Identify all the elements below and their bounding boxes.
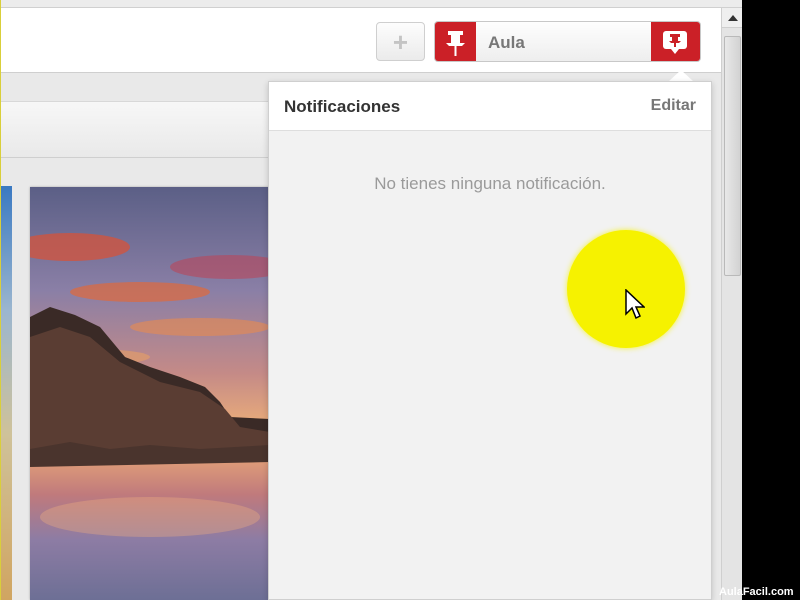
scroll-up-arrow-icon[interactable] (722, 8, 742, 28)
popup-arrow (669, 70, 693, 81)
secondary-bar (1, 101, 301, 158)
sunset-photo (30, 187, 270, 600)
popup-header: Notificaciones Editar (269, 82, 711, 131)
pin-image-partial[interactable] (1, 186, 12, 600)
speech-bubble-pin-icon (663, 31, 687, 54)
pushpin-icon (435, 22, 476, 61)
pin-image-sunset-rocks[interactable] (30, 187, 270, 600)
empty-notifications-message: No tienes ninguna notificación. (374, 174, 606, 193)
watermark: AulaFacil.com (719, 586, 794, 598)
browser-top-strip (1, 0, 742, 8)
edit-link[interactable]: Editar (651, 97, 696, 115)
browser-viewport: + Aula Notificaciones Editar No tienes n… (0, 0, 742, 600)
user-menu-button[interactable]: Aula (434, 21, 701, 62)
plus-icon: + (392, 27, 409, 57)
scroll-thumb[interactable] (724, 36, 741, 276)
popup-title: Notificaciones (284, 97, 401, 116)
add-pin-button[interactable]: + (376, 22, 425, 61)
vertical-scrollbar[interactable] (721, 8, 742, 600)
site-header: + Aula (1, 8, 721, 73)
mouse-cursor-icon (625, 289, 645, 320)
notifications-button[interactable] (651, 22, 700, 61)
user-name: Aula (488, 33, 525, 52)
